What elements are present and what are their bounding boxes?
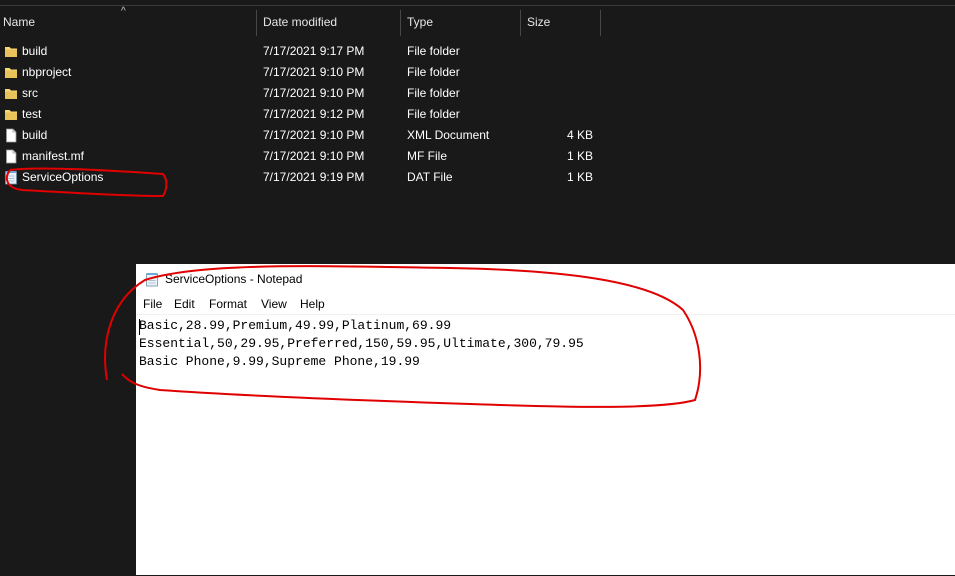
file-size (520, 62, 593, 83)
notepad-file-icon (5, 171, 17, 185)
column-separator[interactable] (520, 10, 521, 36)
text-line: Basic Phone,9.99,Supreme Phone,19.99 (139, 354, 420, 369)
file-name: manifest.mf (22, 149, 85, 163)
notepad-title-bar[interactable]: ServiceOptions - Notepad (136, 264, 955, 294)
file-type: File folder (407, 65, 460, 79)
file-size (520, 83, 593, 104)
file-name: build (22, 128, 48, 142)
file-type: File folder (407, 86, 460, 100)
file-row[interactable]: nbproject 7/17/2021 9:10 PM File folder (0, 62, 955, 83)
file-name: src (22, 86, 38, 100)
file-row[interactable]: manifest.mf 7/17/2021 9:10 PM MF File 1 … (0, 146, 955, 167)
document-icon (6, 149, 17, 164)
file-date-modified: 7/17/2021 9:10 PM (263, 86, 365, 100)
menu-format[interactable]: Format (209, 294, 247, 314)
file-date-modified: 7/17/2021 9:19 PM (263, 170, 365, 184)
file-size (520, 41, 593, 62)
file-date-modified: 7/17/2021 9:12 PM (263, 107, 365, 121)
file-date-modified: 7/17/2021 9:17 PM (263, 44, 365, 58)
column-header-name[interactable]: Name (3, 10, 35, 34)
column-header-size[interactable]: Size (527, 10, 550, 34)
folder-icon (5, 68, 17, 78)
notepad-window: ServiceOptions - Notepad File Edit Forma… (136, 264, 955, 575)
file-row[interactable]: test 7/17/2021 9:12 PM File folder (0, 104, 955, 125)
file-row[interactable]: src 7/17/2021 9:10 PM File folder (0, 83, 955, 104)
file-type: File folder (407, 107, 460, 121)
file-name: test (22, 107, 42, 121)
notepad-icon (146, 273, 158, 287)
document-icon (6, 128, 17, 143)
file-name: build (22, 44, 48, 58)
menu-view[interactable]: View (261, 294, 287, 314)
file-name: ServiceOptions (22, 170, 104, 184)
file-size: 4 KB (566, 128, 593, 142)
file-name: nbproject (22, 65, 72, 79)
window-title: ServiceOptions - Notepad (165, 272, 303, 286)
menu-file[interactable]: File (143, 294, 162, 314)
text-line: Basic,28.99,Premium,49.99,Platinum,69.99 (139, 318, 452, 333)
file-row[interactable]: ServiceOptions 7/17/2021 9:19 PM DAT Fil… (0, 167, 955, 188)
file-type: XML Document (407, 128, 490, 142)
folder-icon (5, 47, 17, 57)
column-separator[interactable] (256, 10, 257, 36)
menu-help[interactable]: Help (300, 294, 325, 314)
file-size: 1 KB (566, 149, 593, 163)
file-type: File folder (407, 44, 460, 58)
file-type: MF File (407, 149, 447, 163)
column-separator[interactable] (400, 10, 401, 36)
file-explorer: ^ Name Date modified Type Size build 7/1… (0, 0, 955, 265)
file-size (520, 104, 593, 125)
folder-icon (5, 110, 17, 120)
window-top-edge (0, 0, 955, 6)
column-header-date-modified[interactable]: Date modified (263, 10, 337, 34)
text-line: Essential,50,29.95,Preferred,150,59.95,U… (139, 336, 584, 351)
file-row[interactable]: build 7/17/2021 9:10 PM XML Document 4 K… (0, 125, 955, 146)
file-date-modified: 7/17/2021 9:10 PM (263, 128, 365, 142)
column-header-type[interactable]: Type (407, 10, 433, 34)
text-editor[interactable]: Basic,28.99,Premium,49.99,Platinum,69.99… (136, 314, 955, 576)
menu-bar: File Edit Format View Help (136, 294, 955, 314)
menu-edit[interactable]: Edit (174, 294, 195, 314)
column-separator[interactable] (600, 10, 601, 36)
folder-icon (5, 89, 17, 99)
file-size: 1 KB (566, 170, 593, 184)
file-row[interactable]: build 7/17/2021 9:17 PM File folder (0, 41, 955, 62)
sort-ascending-icon: ^ (121, 6, 126, 17)
file-type: DAT File (407, 170, 453, 184)
file-date-modified: 7/17/2021 9:10 PM (263, 149, 365, 163)
file-date-modified: 7/17/2021 9:10 PM (263, 65, 365, 79)
